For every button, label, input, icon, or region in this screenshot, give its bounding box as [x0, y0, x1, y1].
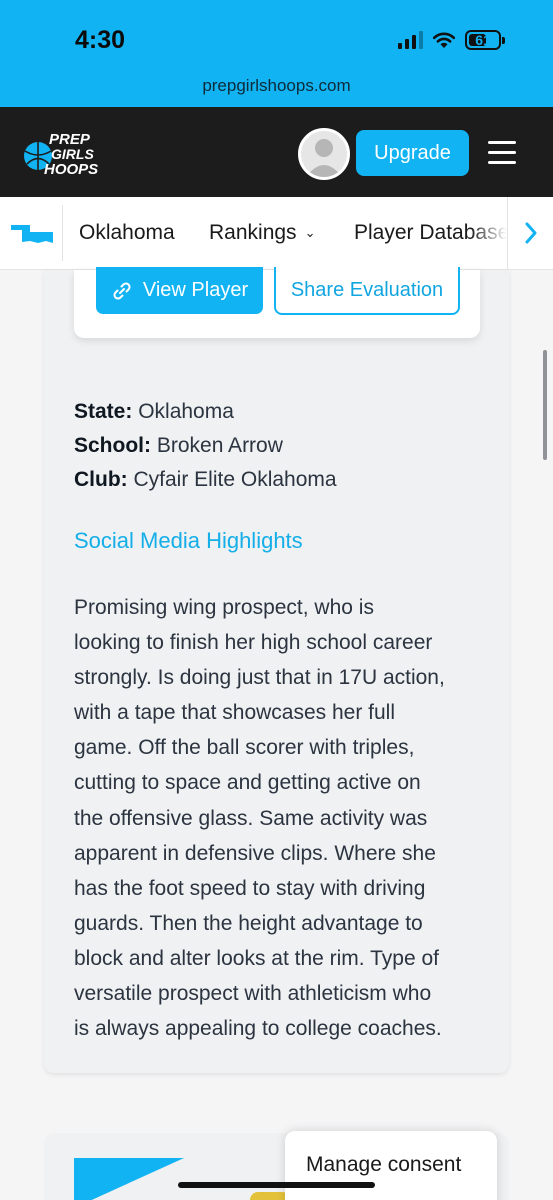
- logo-text-hoops: HOOPS: [44, 161, 98, 178]
- page-scrollbar[interactable]: [543, 350, 547, 460]
- evaluation-line: the offensive glass. Same activity was: [74, 806, 428, 830]
- prep-girls-hoops-logo[interactable]: PREP GIRLS HOOPS: [22, 129, 106, 179]
- share-evaluation-button[interactable]: Share Evaluation: [274, 267, 460, 315]
- evaluation-line: Promising wing prospect, who is: [74, 596, 374, 619]
- wifi-icon: [432, 32, 456, 48]
- status-icons: 61: [398, 30, 505, 50]
- school-label: School:: [74, 434, 151, 457]
- info-state: State: Oklahoma: [74, 400, 234, 424]
- view-player-button[interactable]: View Player: [96, 267, 263, 314]
- battery-percent: 61: [475, 32, 491, 48]
- info-school: School: Broken Arrow: [74, 434, 283, 458]
- manage-consent-button[interactable]: Manage consent: [285, 1131, 497, 1200]
- oklahoma-state-icon[interactable]: [10, 223, 54, 245]
- url-bar[interactable]: prepgirlshoops.com: [0, 76, 553, 96]
- school-value: Broken Arrow: [156, 434, 283, 457]
- nav-item-rankings-label: Rankings: [209, 221, 297, 244]
- avatar[interactable]: [298, 128, 350, 180]
- evaluation-text: Promising wing prospect, who is looking …: [74, 590, 494, 1046]
- signal-icon: [398, 31, 423, 49]
- evaluation-line: has the foot speed to stay with driving: [74, 876, 426, 900]
- logo-text-girls: GIRLS: [51, 146, 94, 162]
- user-icon: [301, 131, 347, 177]
- browser-top-bar: 4:30 61 prepgirlshoops.com: [0, 0, 553, 107]
- chevron-down-icon: ⌄: [304, 225, 316, 241]
- site-header: PREP GIRLS HOOPS: [0, 107, 553, 197]
- evaluation-line: cutting to space and getting active on: [74, 771, 421, 795]
- club-label: Club:: [74, 468, 128, 491]
- evaluation-line: versatile prospect with athleticism who: [74, 982, 432, 1006]
- status-time: 4:30: [75, 26, 126, 54]
- evaluation-line: block and alter looks at the rim. Type o…: [74, 946, 439, 970]
- nav-scroll-right[interactable]: [507, 197, 553, 269]
- evaluation-line: apparent in defensive clips. Where she: [74, 841, 436, 865]
- evaluation-line: is always appealing to college coaches.: [74, 1017, 442, 1041]
- upgrade-button[interactable]: Upgrade: [356, 130, 469, 176]
- section-nav: Oklahoma Rankings ⌄ Player Database: [0, 197, 553, 270]
- social-media-highlights-link[interactable]: Social Media Highlights: [74, 528, 303, 554]
- nav-item-oklahoma[interactable]: Oklahoma: [79, 221, 175, 245]
- evaluation-line: game. Off the ball scorer with triples,: [74, 736, 415, 760]
- next-card-photo: [250, 1192, 290, 1200]
- home-indicator[interactable]: [178, 1182, 375, 1188]
- nav-divider: [62, 205, 63, 261]
- info-club: Club: Cyfair Elite Oklahoma: [74, 468, 337, 492]
- evaluation-line: strongly. Is doing just that in 17U acti…: [74, 666, 445, 690]
- club-value: Cyfair Elite Oklahoma: [133, 468, 337, 491]
- menu-icon[interactable]: [488, 141, 516, 165]
- chevron-right-icon: [525, 222, 536, 244]
- evaluation-line: with a tape that showcases her full: [74, 701, 396, 725]
- nav-item-rankings[interactable]: Rankings ⌄: [209, 221, 315, 245]
- link-icon: [113, 281, 131, 300]
- evaluation-line: guards. Then the height advantage to: [74, 911, 423, 935]
- manage-consent-label: Manage consent: [306, 1153, 462, 1176]
- view-player-label: View Player: [142, 279, 249, 301]
- state-label: State:: [74, 400, 133, 423]
- battery-icon: 61: [465, 30, 501, 50]
- state-value: Oklahoma: [138, 400, 234, 423]
- evaluation-line: looking to finish her high school career: [74, 631, 433, 655]
